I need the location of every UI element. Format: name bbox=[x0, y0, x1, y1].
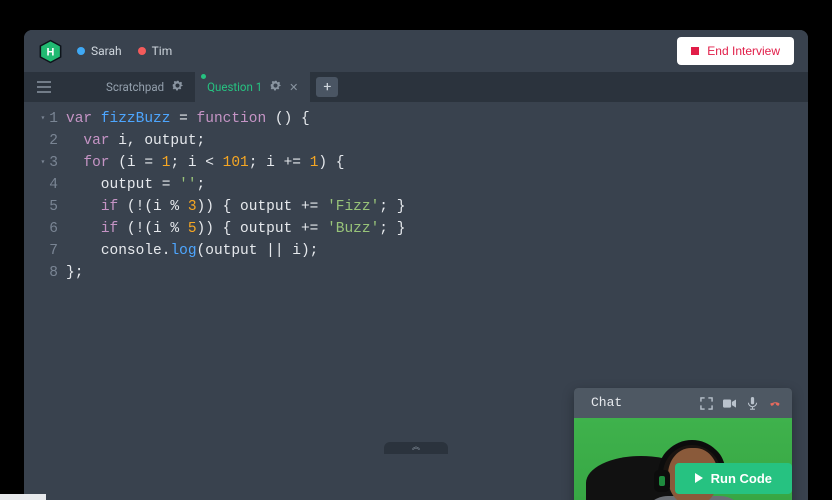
gear-icon[interactable] bbox=[172, 80, 183, 94]
fold-icon[interactable]: ▾ bbox=[40, 108, 45, 130]
code-line: var fizzBuzz = function () { bbox=[66, 108, 808, 130]
code-line: }; bbox=[66, 262, 808, 284]
play-icon bbox=[695, 473, 703, 483]
tab-bar: Scratchpad Question 1 ✕ + bbox=[24, 72, 808, 102]
app-window: H Sarah Tim End Interview Scratch bbox=[24, 30, 808, 500]
presence-dot-icon bbox=[138, 47, 146, 55]
top-bar-left: H Sarah Tim bbox=[38, 39, 172, 64]
code-editor[interactable]: ▾1 2 ▾3 4 5 6 7 8 var fizzBuzz = functio… bbox=[24, 102, 808, 500]
line-number: 3 bbox=[49, 152, 58, 174]
participant-name: Tim bbox=[152, 44, 173, 58]
mic-icon[interactable] bbox=[746, 397, 759, 410]
participant-name: Sarah bbox=[91, 44, 122, 58]
chevron-up-icon: ︽ bbox=[412, 437, 420, 459]
line-number: 4 bbox=[49, 174, 58, 196]
chat-controls bbox=[700, 397, 782, 410]
participant-tim[interactable]: Tim bbox=[138, 44, 173, 58]
end-interview-button[interactable]: End Interview bbox=[677, 37, 794, 65]
line-number: 7 bbox=[49, 240, 58, 262]
add-tab-button[interactable]: + bbox=[316, 77, 338, 97]
line-number: 1 bbox=[49, 108, 58, 130]
menu-button[interactable] bbox=[30, 72, 58, 102]
logo-icon: H bbox=[38, 39, 63, 64]
chat-header[interactable]: Chat bbox=[574, 388, 792, 418]
code-line: output = ''; bbox=[66, 174, 808, 196]
expand-icon[interactable] bbox=[700, 397, 713, 410]
tab-label: Question 1 bbox=[207, 80, 262, 94]
line-gutter: ▾1 2 ▾3 4 5 6 7 8 bbox=[24, 102, 66, 500]
code-line: for (i = 1; i < 101; i += 1) { bbox=[66, 152, 808, 174]
run-code-label: Run Code bbox=[711, 471, 772, 486]
tab-question-1[interactable]: Question 1 ✕ bbox=[195, 72, 310, 102]
chat-title: Chat bbox=[591, 392, 622, 414]
code-line: console.log(output || i); bbox=[66, 240, 808, 262]
line-number: 2 bbox=[49, 130, 58, 152]
video-icon[interactable] bbox=[723, 397, 736, 410]
tab-label: Scratchpad bbox=[106, 80, 164, 94]
gear-icon[interactable] bbox=[270, 80, 281, 94]
line-number: 5 bbox=[49, 196, 58, 218]
participant-sarah[interactable]: Sarah bbox=[77, 44, 122, 58]
close-icon[interactable]: ✕ bbox=[289, 81, 298, 94]
panel-collapse-handle[interactable]: ︽ bbox=[384, 442, 448, 454]
presence-dot-icon bbox=[77, 47, 85, 55]
code-line: if (!(i % 5)) { output += 'Buzz'; } bbox=[66, 218, 808, 240]
code-line: if (!(i % 3)) { output += 'Fizz'; } bbox=[66, 196, 808, 218]
code-line: var i, output; bbox=[66, 130, 808, 152]
tab-scratchpad[interactable]: Scratchpad bbox=[94, 72, 195, 102]
fold-icon[interactable]: ▾ bbox=[40, 152, 45, 174]
stop-icon bbox=[691, 47, 699, 55]
unsaved-indicator-icon bbox=[201, 74, 206, 79]
line-number: 6 bbox=[49, 218, 58, 240]
status-bar bbox=[0, 494, 46, 500]
top-bar: H Sarah Tim End Interview bbox=[24, 30, 808, 72]
svg-text:H: H bbox=[47, 46, 55, 58]
run-code-button[interactable]: Run Code bbox=[675, 463, 792, 494]
end-interview-label: End Interview bbox=[707, 44, 780, 58]
hangup-icon[interactable] bbox=[769, 397, 782, 410]
participants: Sarah Tim bbox=[77, 44, 172, 58]
line-number: 8 bbox=[49, 262, 58, 284]
